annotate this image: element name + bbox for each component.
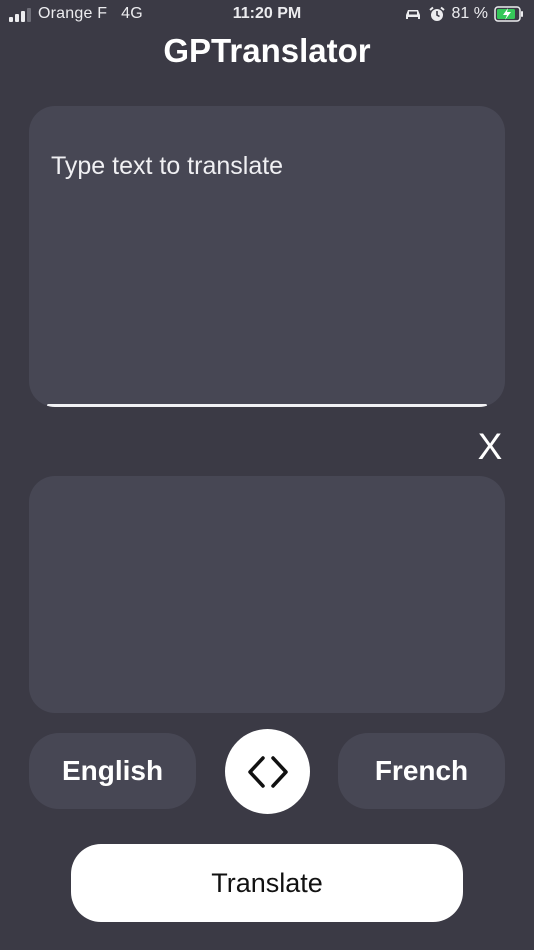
status-bar: Orange F 4G 11:20 PM 81 %: [0, 0, 534, 30]
swap-languages-button[interactable]: [225, 729, 310, 814]
input-placeholder: Type text to translate: [51, 152, 284, 180]
swap-arrows-icon: [247, 755, 288, 788]
source-language-label: English: [61, 755, 164, 786]
battery-charging-icon: [494, 6, 523, 22]
translation-output: [29, 476, 505, 713]
alarm-icon: [428, 6, 445, 21]
clear-button[interactable]: X: [472, 425, 508, 469]
app-title: GPTranslator: [163, 32, 371, 69]
source-text-input[interactable]: Type text to translate: [29, 106, 505, 407]
source-language-button[interactable]: English: [29, 733, 196, 809]
status-indicators: 81 %: [404, 5, 524, 23]
target-language-label: French: [374, 755, 469, 786]
translate-button[interactable]: Translate: [71, 844, 463, 922]
translate-button-label: Translate: [211, 867, 323, 898]
battery-percent: 81 %: [451, 5, 488, 22]
car-icon: [405, 10, 420, 19]
target-language-button[interactable]: French: [338, 733, 505, 809]
